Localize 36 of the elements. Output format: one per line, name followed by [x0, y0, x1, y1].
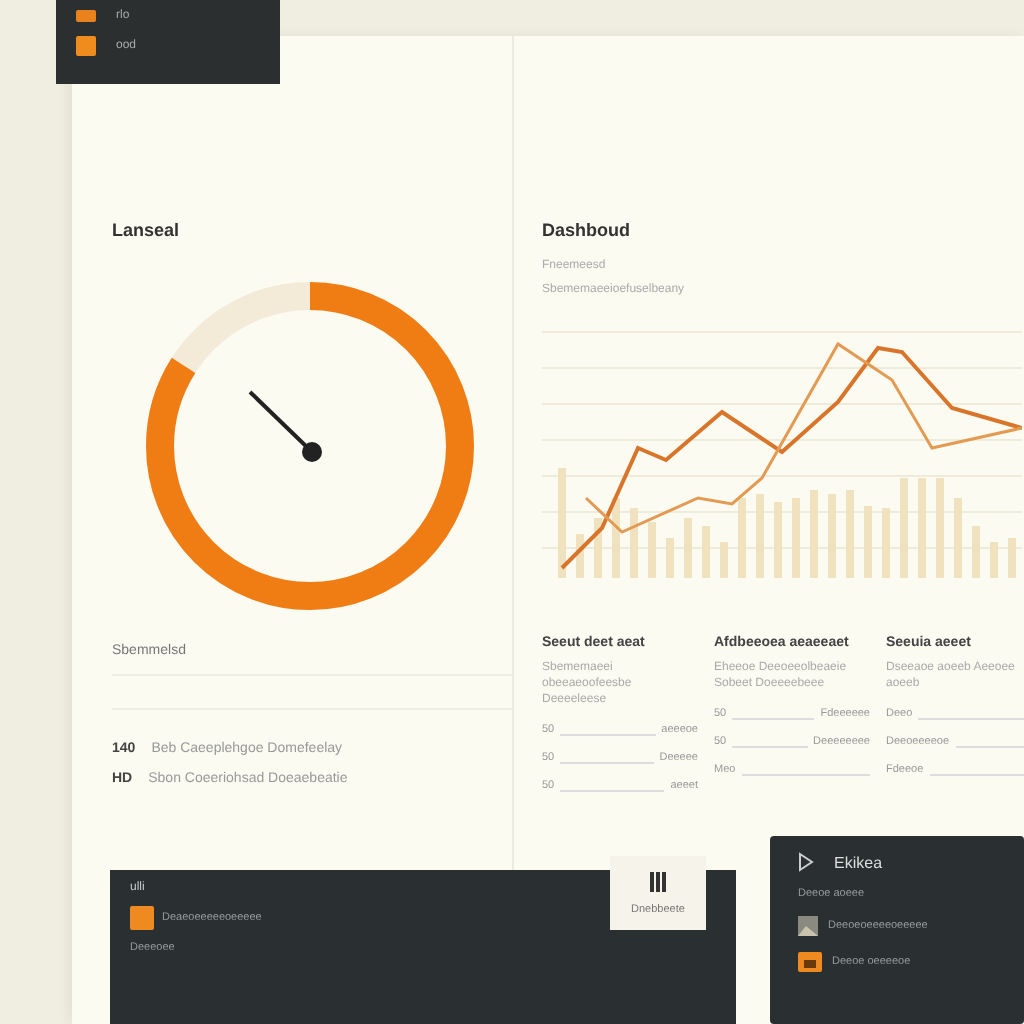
folder-icon	[798, 952, 822, 972]
chart-bar	[918, 478, 926, 578]
chart-bar	[936, 478, 944, 578]
chart-bar	[648, 522, 656, 578]
chart-bar	[882, 508, 890, 578]
chart-bar	[972, 526, 980, 578]
chart-bar	[684, 518, 692, 578]
chart-bar	[666, 538, 674, 578]
chart-bar	[990, 542, 998, 578]
chart-bar	[576, 534, 584, 578]
panel-title: Ekikea	[834, 853, 883, 871]
image-icon	[798, 916, 818, 936]
chart-bar	[720, 542, 728, 578]
chart-bar	[846, 490, 854, 578]
chart-bar	[774, 502, 782, 578]
chart-bar	[630, 508, 638, 578]
file-icon	[130, 906, 154, 930]
play-icon	[798, 852, 814, 872]
panel-title: Dashboud	[542, 220, 632, 244]
chart-bar	[702, 526, 710, 578]
chart-bar	[756, 494, 764, 578]
tag-icon	[76, 8, 96, 24]
bars-icon	[650, 871, 666, 891]
chart-bar	[1008, 538, 1016, 578]
chart-bar	[612, 498, 620, 578]
chart-bar	[810, 490, 818, 578]
chart-bar	[864, 506, 872, 578]
chart-bar	[954, 498, 962, 578]
square-icon	[76, 36, 96, 56]
chart-bar	[792, 498, 800, 578]
chart-bar	[828, 494, 836, 578]
panel-title: Lanseal	[112, 220, 182, 244]
chart-bar	[558, 468, 566, 578]
chart-bar	[900, 478, 908, 578]
chart-bar	[594, 518, 602, 578]
chart-bar	[738, 498, 746, 578]
